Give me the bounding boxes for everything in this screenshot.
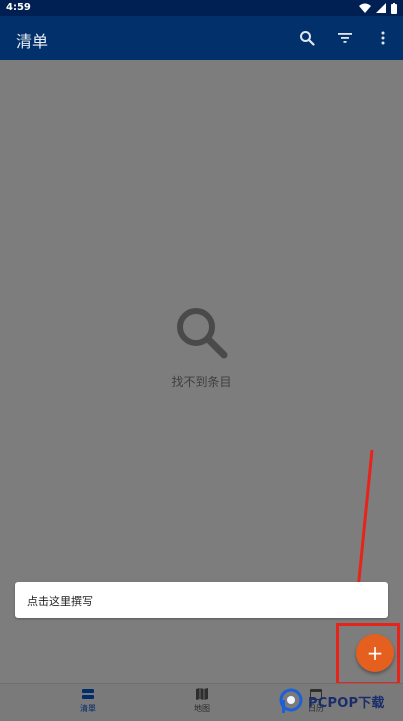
search-button[interactable] — [295, 26, 319, 50]
signal-icon — [376, 3, 386, 13]
watermark-text: PCPOP下载 — [308, 695, 385, 711]
search-icon — [300, 31, 315, 46]
map-icon — [196, 688, 208, 700]
page-title: 清单 — [16, 32, 49, 51]
tab-label: 清單 — [80, 704, 96, 713]
empty-state: 找不到条目 — [0, 305, 403, 390]
watermark: PCPOP下载 — [279, 686, 385, 716]
more-options-button[interactable] — [371, 26, 395, 50]
status-icons — [359, 2, 397, 14]
list-icon — [82, 689, 94, 699]
plus-icon: + — [366, 641, 384, 665]
tab-map[interactable]: 地图 — [162, 687, 242, 714]
status-time: 4:59 — [6, 2, 31, 13]
watermark-logo-icon — [279, 688, 303, 713]
more-vert-icon — [381, 31, 385, 45]
filter-button[interactable] — [333, 26, 357, 50]
empty-message: 找不到条目 — [171, 375, 232, 389]
app-bar: 清单 — [0, 16, 403, 60]
status-bar: 4:59 — [0, 0, 403, 16]
add-button[interactable]: + — [356, 634, 394, 672]
app-bar-actions — [295, 26, 395, 50]
tab-label: 地图 — [194, 704, 210, 713]
search-icon — [176, 308, 227, 359]
filter-icon — [338, 33, 352, 43]
hint-text: 点击这里撰写 — [27, 595, 93, 608]
wifi-icon — [359, 3, 371, 13]
battery-icon — [391, 2, 397, 14]
compose-hint[interactable]: 点击这里撰写 — [15, 582, 388, 618]
tab-list[interactable]: 清單 — [48, 687, 128, 714]
